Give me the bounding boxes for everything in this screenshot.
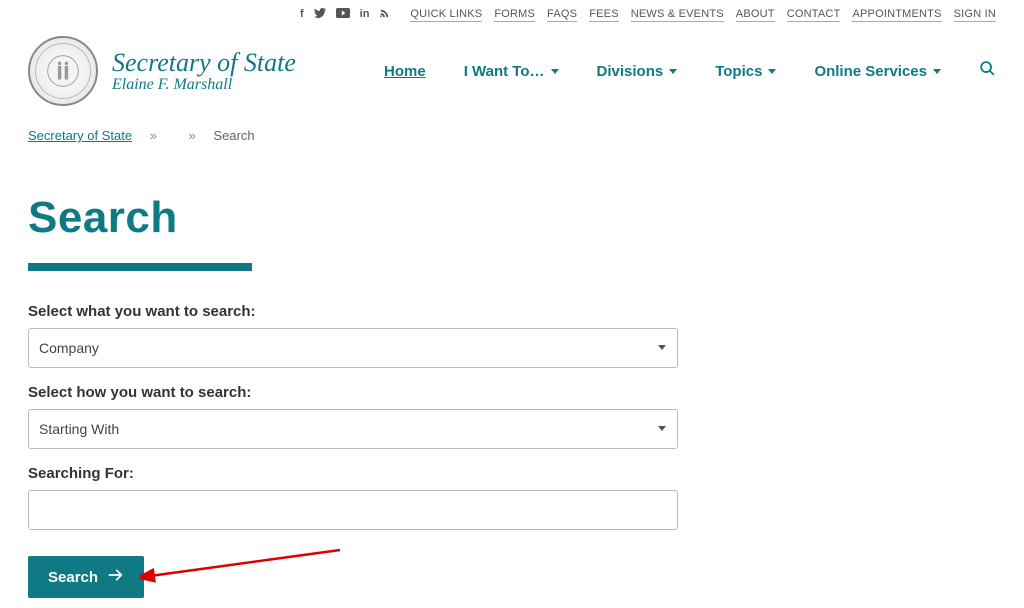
- search-button-label: Search: [48, 569, 98, 586]
- top-link-forms[interactable]: FORMS: [494, 8, 535, 22]
- top-link-quicklinks[interactable]: QUICK LINKS: [410, 8, 482, 22]
- brand-title: Secretary of State: [112, 48, 296, 78]
- site-brand: Secretary of State Elaine F. Marshall: [112, 48, 296, 94]
- twitter-icon[interactable]: [314, 8, 326, 22]
- main-nav: Home I Want To… Divisions Topics Online …: [384, 60, 996, 82]
- top-link-appointments[interactable]: APPOINTMENTS: [852, 8, 941, 22]
- search-button[interactable]: Search: [28, 556, 144, 598]
- label-for: Searching For:: [28, 465, 996, 482]
- nav-iwantto[interactable]: I Want To…: [464, 63, 559, 80]
- arrow-right-icon: [108, 568, 124, 586]
- nav-divisions[interactable]: Divisions: [597, 63, 678, 80]
- label-how: Select how you want to search:: [28, 384, 996, 401]
- brand-subtitle: Elaine F. Marshall: [112, 76, 296, 94]
- top-link-signin[interactable]: SIGN IN: [954, 8, 996, 22]
- breadcrumb-current: Search: [213, 128, 254, 143]
- site-header: Secretary of State Elaine F. Marshall Ho…: [0, 26, 1024, 124]
- chevron-down-icon: [551, 69, 559, 74]
- facebook-icon[interactable]: f: [300, 8, 304, 22]
- top-link-contact[interactable]: CONTACT: [787, 8, 841, 22]
- chevron-down-icon: [669, 69, 677, 74]
- nav-topics[interactable]: Topics: [715, 63, 776, 80]
- top-link-about[interactable]: ABOUT: [736, 8, 775, 22]
- top-link-fees[interactable]: FEES: [589, 8, 619, 22]
- nav-home[interactable]: Home: [384, 63, 426, 80]
- breadcrumb: Secretary of State » » Search: [0, 124, 1024, 143]
- top-link-faqs[interactable]: FAQS: [547, 8, 577, 22]
- rss-icon[interactable]: [379, 8, 390, 22]
- title-underline: [28, 263, 252, 271]
- main-content: Search Select what you want to search: C…: [0, 143, 1024, 598]
- chevron-down-icon: [768, 69, 776, 74]
- top-link-news[interactable]: NEWS & EVENTS: [631, 8, 724, 22]
- chevron-down-icon: [933, 69, 941, 74]
- breadcrumb-sep: »: [189, 128, 196, 143]
- youtube-icon[interactable]: [336, 8, 350, 22]
- utility-bar: f in QUICK LINKS FORMS FAQS FEES NEWS & …: [0, 0, 1024, 26]
- nav-divisions-label: Divisions: [597, 63, 664, 80]
- nav-online-services[interactable]: Online Services: [814, 63, 941, 80]
- page-title: Search: [28, 193, 996, 243]
- breadcrumb-sep: »: [150, 128, 157, 143]
- social-icons: f in: [300, 8, 390, 22]
- search-icon[interactable]: [979, 60, 996, 82]
- select-how[interactable]: Starting With: [28, 409, 678, 449]
- select-what[interactable]: Company: [28, 328, 678, 368]
- breadcrumb-root[interactable]: Secretary of State: [28, 128, 132, 143]
- nav-iwantto-label: I Want To…: [464, 63, 545, 80]
- label-what: Select what you want to search:: [28, 303, 996, 320]
- search-input[interactable]: [28, 490, 678, 530]
- linkedin-icon[interactable]: in: [360, 8, 370, 22]
- nav-online-label: Online Services: [814, 63, 927, 80]
- nav-topics-label: Topics: [715, 63, 762, 80]
- state-seal-icon: [28, 36, 98, 106]
